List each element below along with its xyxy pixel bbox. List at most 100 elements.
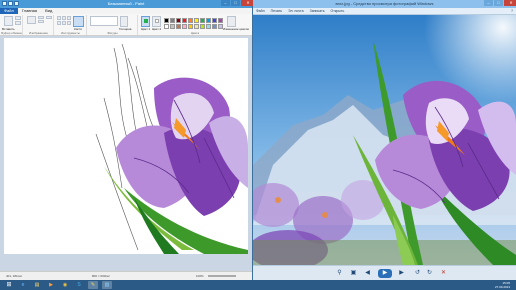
viewer-titlebar: вгоx.jpg - Средство просмотра фотографий… xyxy=(253,0,516,8)
palette-swatch[interactable] xyxy=(182,18,187,23)
menu-print[interactable]: Печать xyxy=(268,9,285,13)
start-button[interactable]: ⊞ xyxy=(4,281,14,289)
text-icon[interactable] xyxy=(67,16,71,20)
help-icon[interactable]: ? xyxy=(508,9,516,13)
zoom-icon[interactable]: ⚲ xyxy=(335,269,344,278)
delete-icon[interactable]: ✕ xyxy=(439,269,448,278)
color-picker-icon[interactable] xyxy=(62,21,66,25)
viewer-window-controls: – □ ✕ xyxy=(483,0,516,6)
next-icon[interactable]: ▶ xyxy=(397,269,406,278)
system-tray: 15:06 27.09.2013 xyxy=(495,281,510,289)
previous-icon[interactable]: ◀ xyxy=(363,269,372,278)
resize-button[interactable] xyxy=(38,20,44,23)
palette-swatch[interactable] xyxy=(164,24,169,29)
cut-button[interactable] xyxy=(15,16,21,20)
crocus-drawing xyxy=(95,43,248,254)
palette-swatch[interactable] xyxy=(200,24,205,29)
select-button[interactable] xyxy=(27,16,36,24)
maximize-button[interactable]: □ xyxy=(494,0,503,6)
actual-size-icon[interactable]: ▣ xyxy=(349,269,358,278)
palette-swatch[interactable] xyxy=(188,24,193,29)
rotate-button[interactable] xyxy=(46,16,52,19)
crocus-photo xyxy=(253,15,516,265)
menu-open[interactable]: Открыть xyxy=(328,9,348,13)
paint-canvas[interactable] xyxy=(4,38,248,254)
clipboard-group-label: Буфер обмена xyxy=(1,31,22,35)
menu-burn[interactable]: Записать xyxy=(307,9,328,13)
chrome-icon[interactable]: ◉ xyxy=(60,281,70,289)
palette-swatch[interactable] xyxy=(188,18,193,23)
cursor-coords: 401, 181пкс xyxy=(6,274,23,278)
paint-titlebar: Безымянный - Paint – □ ✕ xyxy=(0,0,255,8)
paint-window-controls: – □ ✕ xyxy=(220,0,255,6)
palette-swatch[interactable] xyxy=(176,24,181,29)
internet-explorer-icon[interactable]: e xyxy=(18,281,28,289)
palette-swatch[interactable] xyxy=(164,18,169,23)
minimize-button[interactable]: – xyxy=(484,0,493,6)
copy-button[interactable] xyxy=(15,21,21,25)
viewer-window-title: вгоx.jpg - Средство просмотра фотографий… xyxy=(335,1,434,6)
maximize-button[interactable]: □ xyxy=(231,0,240,6)
palette-swatch[interactable] xyxy=(176,18,181,23)
pencil-icon[interactable] xyxy=(57,16,61,20)
palette-swatch[interactable] xyxy=(212,24,217,29)
color2-swatch xyxy=(155,19,159,23)
shapes-gallery[interactable] xyxy=(90,16,118,26)
group-image: Изображение xyxy=(24,15,54,35)
palette-swatch[interactable] xyxy=(206,24,211,29)
paint-window-title: Безымянный - Paint xyxy=(107,1,145,6)
palette-swatch[interactable] xyxy=(206,18,211,23)
minimize-button[interactable]: – xyxy=(221,0,230,6)
paint-workspace xyxy=(0,36,252,272)
clock-date: 27.09.2013 xyxy=(494,285,510,289)
palette-swatch[interactable] xyxy=(194,24,199,29)
color1-button[interactable] xyxy=(141,16,150,27)
color-palette xyxy=(164,18,223,29)
color1-swatch xyxy=(144,19,148,23)
photo-viewer-window: вгоx.jpg - Средство просмотра фотографий… xyxy=(253,0,516,280)
palette-swatch[interactable] xyxy=(200,18,205,23)
menu-email[interactable]: Эл. почта xyxy=(285,9,307,13)
group-clipboard: Вставить Буфер обмена xyxy=(1,15,23,35)
brushes-button[interactable] xyxy=(73,16,84,27)
palette-swatch[interactable] xyxy=(170,18,175,23)
fill-icon[interactable] xyxy=(62,16,66,20)
close-button[interactable]: ✕ xyxy=(504,0,516,6)
magnifier-icon[interactable] xyxy=(67,21,71,25)
palette-swatch[interactable] xyxy=(170,24,175,29)
skype-icon[interactable]: S xyxy=(74,281,84,289)
color2-button[interactable] xyxy=(152,16,161,27)
rotate-right-icon[interactable]: ↻ xyxy=(425,269,434,278)
rotate-left-icon[interactable]: ↺ xyxy=(413,269,422,278)
tools-group-label: Инструменты xyxy=(61,31,80,35)
paint-ribbon: Вставить Буфер обмена Изображение Кисти … xyxy=(0,14,252,36)
colors-group-label: Цвета xyxy=(190,31,200,35)
crop-button[interactable] xyxy=(38,16,44,19)
group-colors: Цвет 1 Цвет 2 Изменение цветов Цвета xyxy=(139,15,251,35)
palette-swatch[interactable] xyxy=(212,18,217,23)
eraser-icon[interactable] xyxy=(57,21,61,25)
menu-file[interactable]: Файл xyxy=(253,9,268,13)
group-shapes: Толщина Фигуры xyxy=(88,15,138,35)
slideshow-button[interactable]: ▶ xyxy=(378,269,392,278)
image-group-label: Изображение xyxy=(29,31,48,35)
palette-swatch[interactable] xyxy=(182,24,187,29)
shapes-group-label: Фигуры xyxy=(107,31,118,35)
zoom-slider[interactable] xyxy=(208,275,236,277)
paint-taskbar-icon[interactable]: ✎ xyxy=(88,281,98,289)
viewer-photo xyxy=(253,15,516,265)
media-player-icon[interactable]: ▶ xyxy=(46,281,56,289)
zoom-level: 100% xyxy=(196,274,204,278)
file-explorer-icon[interactable]: ▤ xyxy=(32,281,42,289)
group-tools: Кисти Инструменты xyxy=(55,15,87,35)
palette-swatch[interactable] xyxy=(194,18,199,23)
viewer-menubar: Файл Печать Эл. почта Записать Открыть ? xyxy=(253,8,516,15)
paste-button[interactable] xyxy=(4,16,13,26)
canvas-size: 800 × 600пкс xyxy=(92,274,110,278)
palette-swatch[interactable] xyxy=(218,18,223,23)
edit-colors-button[interactable] xyxy=(227,16,236,27)
photo-viewer-taskbar-icon[interactable]: ▧ xyxy=(102,281,112,289)
viewer-toolbar: ⚲ ▣ ◀ ▶ ▶ ↺ ↻ ✕ xyxy=(253,265,516,280)
taskbar: ⊞ e ▤ ▶ ◉ S ✎ ▧ 15:06 27.09.2013 xyxy=(0,280,516,290)
thickness-button[interactable] xyxy=(120,16,128,27)
